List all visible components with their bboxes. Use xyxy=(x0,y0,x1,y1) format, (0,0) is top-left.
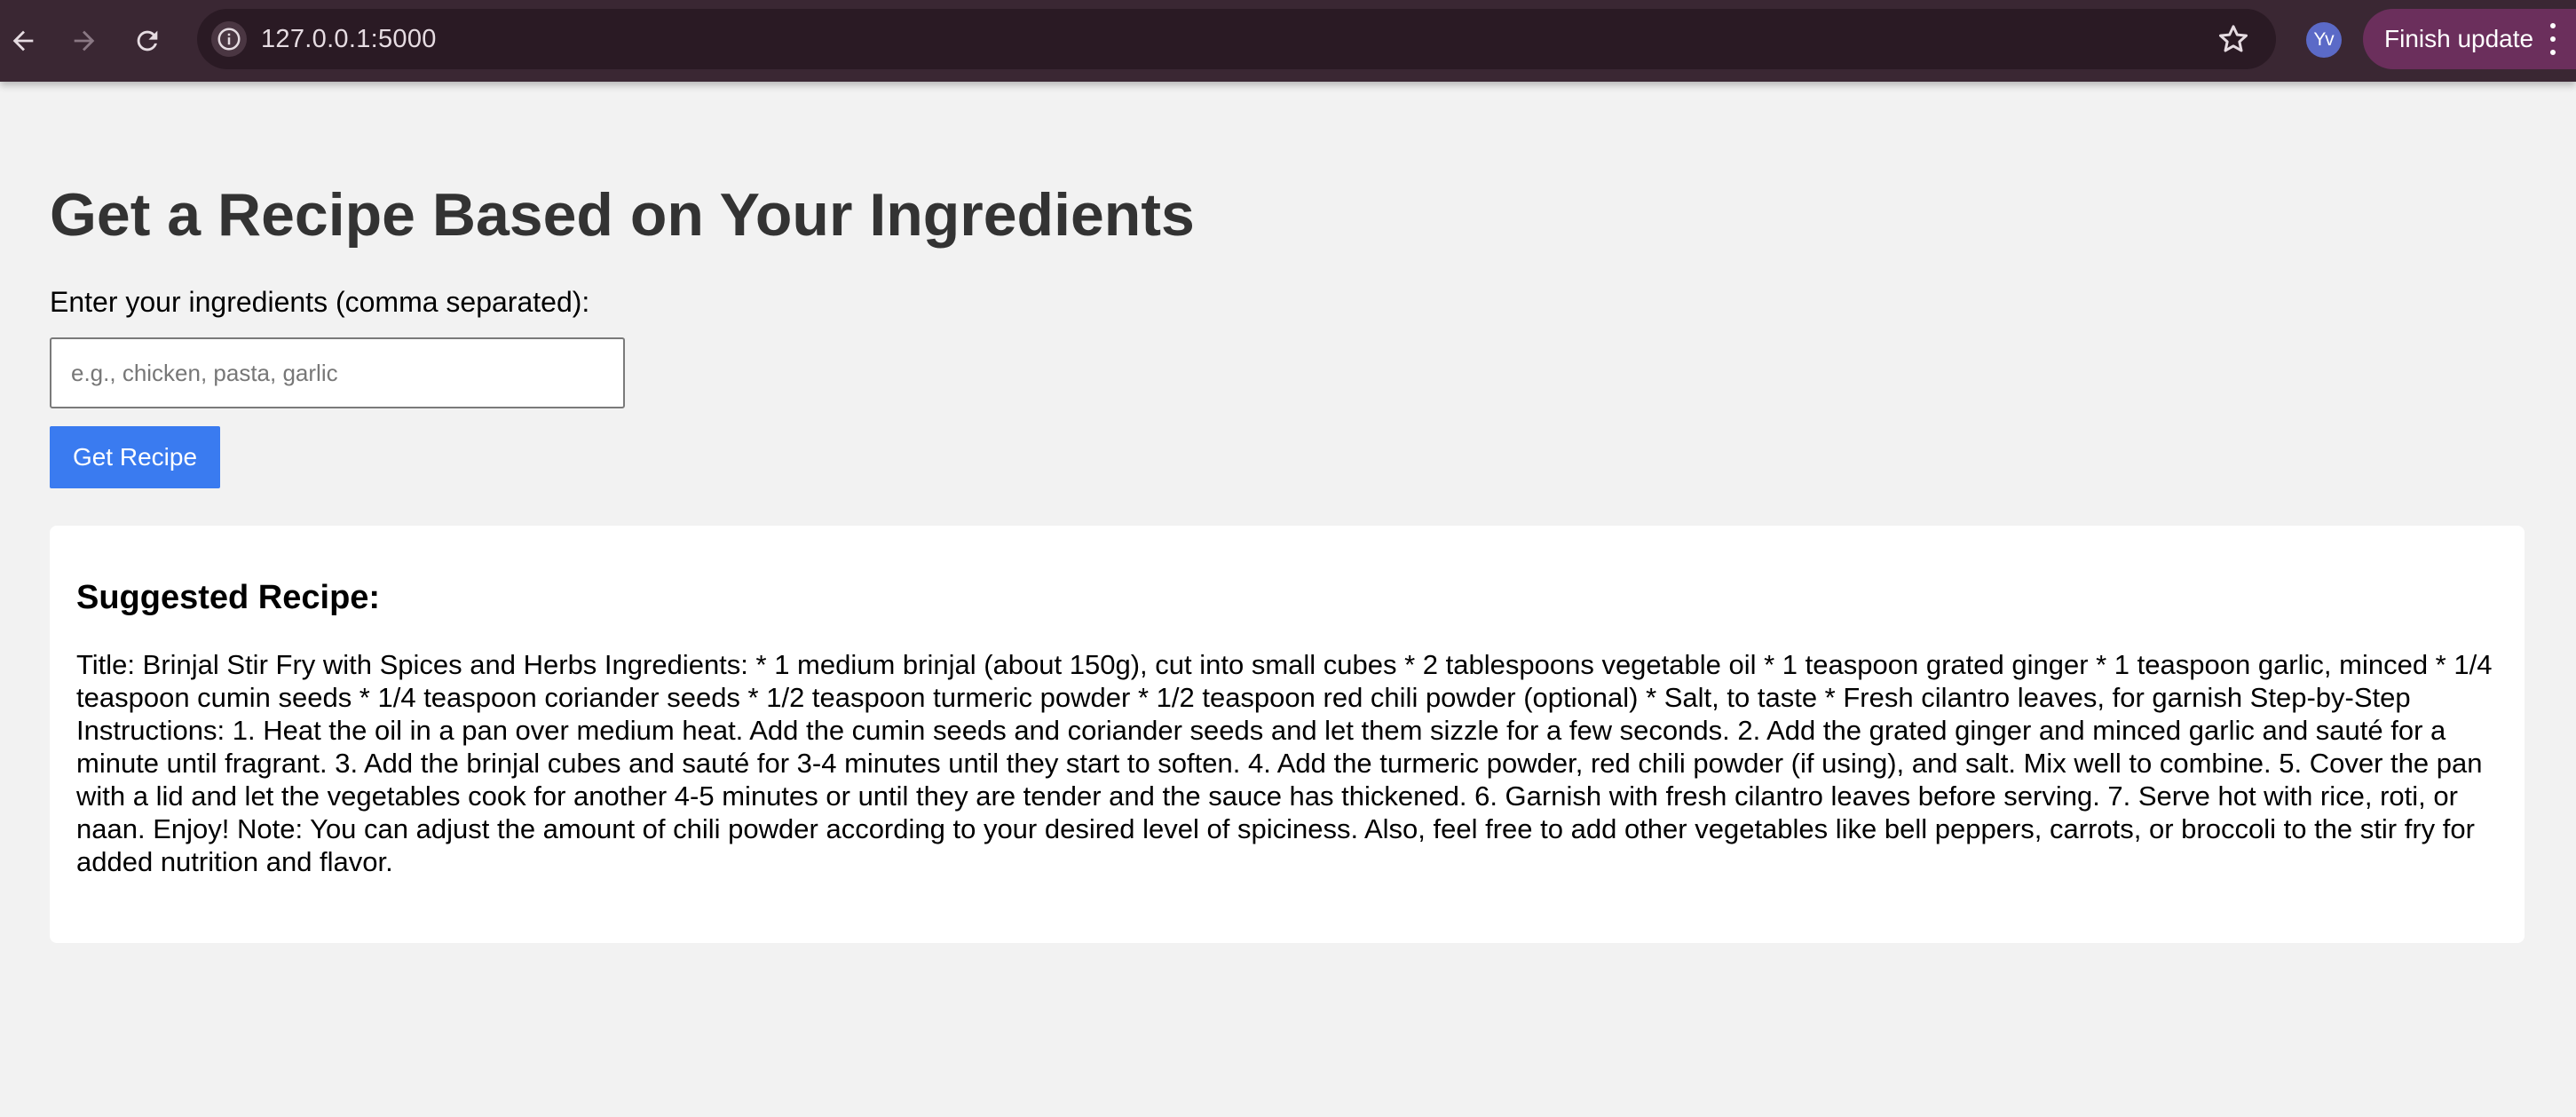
back-button[interactable] xyxy=(0,16,46,66)
ingredients-label: Enter your ingredients (comma separated)… xyxy=(50,286,590,318)
url-text[interactable]: 127.0.0.1:5000 xyxy=(261,25,437,54)
reload-button[interactable] xyxy=(122,16,172,66)
browser-toolbar: 127.0.0.1:5000 Yv Finish update xyxy=(0,0,2576,82)
back-arrow-icon xyxy=(12,30,34,51)
forward-arrow-icon xyxy=(74,30,95,51)
finish-update-button[interactable]: Finish update xyxy=(2363,9,2576,69)
recipe-card: Suggested Recipe: Title: Brinjal Stir Fr… xyxy=(50,526,2525,943)
reload-icon xyxy=(137,30,158,51)
finish-update-label: Finish update xyxy=(2384,25,2534,52)
address-bar[interactable]: 127.0.0.1:5000 xyxy=(197,9,2276,69)
more-vert-icon[interactable] xyxy=(2548,23,2558,55)
page-content: Get a Recipe Based on Your Ingredients E… xyxy=(50,82,2526,943)
ingredients-input[interactable] xyxy=(50,337,625,408)
info-icon[interactable] xyxy=(211,21,247,57)
forward-button[interactable] xyxy=(59,16,109,66)
recipe-heading: Suggested Recipe: xyxy=(76,579,381,616)
recipe-text: Title: Brinjal Stir Fry with Spices and … xyxy=(76,649,2493,877)
avatar[interactable]: Yv xyxy=(2306,22,2342,58)
page-title: Get a Recipe Based on Your Ingredients xyxy=(50,181,1195,249)
star-icon[interactable] xyxy=(2216,21,2251,57)
get-recipe-button[interactable]: Get Recipe xyxy=(50,426,220,488)
